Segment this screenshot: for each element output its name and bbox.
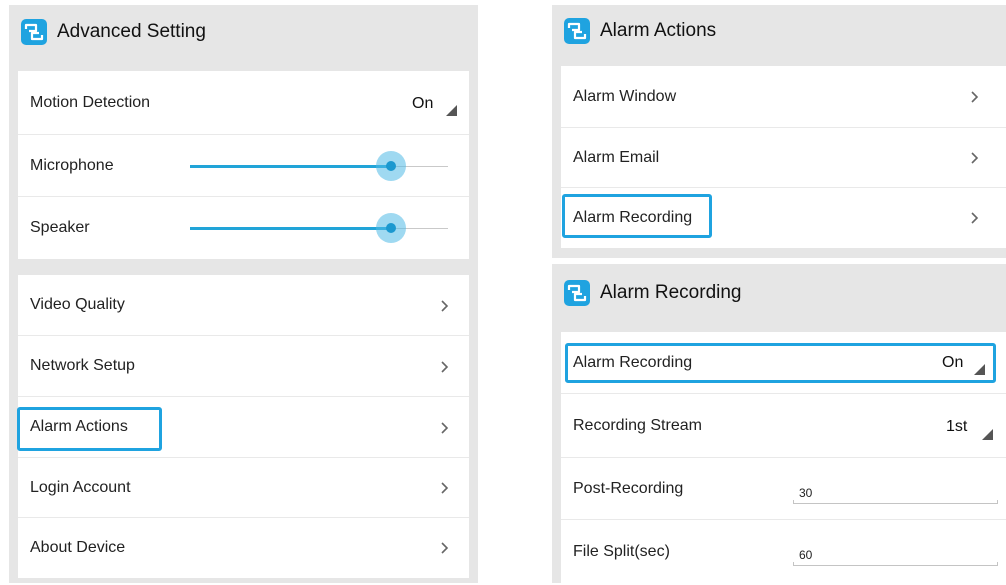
dropdown-triangle-icon [446,105,457,116]
chevron-right-icon [971,91,979,103]
input-underline [793,503,998,504]
microphone-slider[interactable] [190,151,448,181]
speaker-slider[interactable] [190,213,448,243]
alarm-actions-header: Alarm Actions [552,5,1006,57]
speaker-row: Speaker [18,197,469,259]
menu-item-login-account[interactable]: Login Account [18,458,469,518]
recording-stream-dropdown[interactable]: 1st [926,412,996,442]
recording-stream-row: Recording Stream 1st [561,394,1006,458]
input-underline-tick [997,562,998,566]
input-underline-tick [793,500,794,504]
alarm-recording-toggle-highlight [565,343,996,383]
menu-item-video-quality[interactable]: Video Quality [18,275,469,336]
input-underline-tick [793,562,794,566]
menu-item-alarm-email[interactable]: Alarm Email [561,128,1006,188]
advanced-setting-panel: Advanced Setting Motion Detection On Mic… [9,5,478,583]
menu-item-label: Login Account [30,478,131,496]
input-underline-tick [997,500,998,504]
menu-item-network-setup[interactable]: Network Setup [18,336,469,397]
slider-fill [190,227,391,230]
motion-detection-value: On [412,95,434,112]
app-logo-icon [564,18,590,44]
alarm-actions-highlight [17,407,162,451]
chevron-right-icon [971,212,979,224]
alarm-recording-header: Alarm Recording [552,264,1006,322]
speaker-label: Speaker [30,219,90,236]
post-recording-label: Post-Recording [573,479,684,497]
menu-item-about-device[interactable]: About Device [18,518,469,578]
advanced-setting-header: Advanced Setting [9,5,478,59]
dropdown-triangle-icon [982,429,993,440]
file-split-label: File Split(sec) [573,542,670,560]
app-logo-icon [564,280,590,306]
file-split-row: File Split(sec) 60 [561,520,1006,583]
alarm-recording-highlight [562,194,712,238]
motion-detection-label: Motion Detection [30,93,151,111]
chevron-right-icon [441,422,449,434]
alarm-recording-panel: Alarm Recording Alarm Recording On Recor… [552,264,1006,583]
menu-item-label: Video Quality [30,296,125,313]
page-title: Alarm Recording [600,282,742,303]
post-recording-value: 30 [799,486,813,500]
file-split-value: 60 [799,548,813,562]
app-logo-icon [21,19,47,45]
recording-stream-label: Recording Stream [573,416,702,434]
microphone-label: Microphone [30,156,114,174]
alarm-actions-panel: Alarm Actions Alarm Window Alarm Email A… [552,5,1006,258]
input-underline [793,565,998,566]
microphone-row: Microphone [18,135,469,197]
chevron-right-icon [441,482,449,494]
menu-item-label: Network Setup [30,357,135,374]
file-split-input[interactable]: 60 [793,544,998,566]
post-recording-row: Post-Recording 30 [561,458,1006,520]
recording-stream-value: 1st [946,418,968,435]
menu-item-alarm-window[interactable]: Alarm Window [561,66,1006,128]
menu-item-label: Alarm Email [573,148,660,166]
motion-detection-dropdown[interactable]: On [402,89,458,119]
motion-detection-row: Motion Detection On [18,71,469,135]
slider-thumb[interactable] [386,161,396,171]
page-title: Alarm Actions [600,20,717,41]
controls-card: Motion Detection On Microphone Speaker [18,71,469,259]
chevron-right-icon [441,300,449,312]
menu-item-label: Alarm Window [573,87,677,105]
page-title: Advanced Setting [57,21,206,42]
chevron-right-icon [971,152,979,164]
chevron-right-icon [441,542,449,554]
slider-thumb[interactable] [386,223,396,233]
post-recording-input[interactable]: 30 [793,482,998,504]
slider-fill [190,165,391,168]
chevron-right-icon [441,361,449,373]
menu-item-label: About Device [30,539,126,556]
